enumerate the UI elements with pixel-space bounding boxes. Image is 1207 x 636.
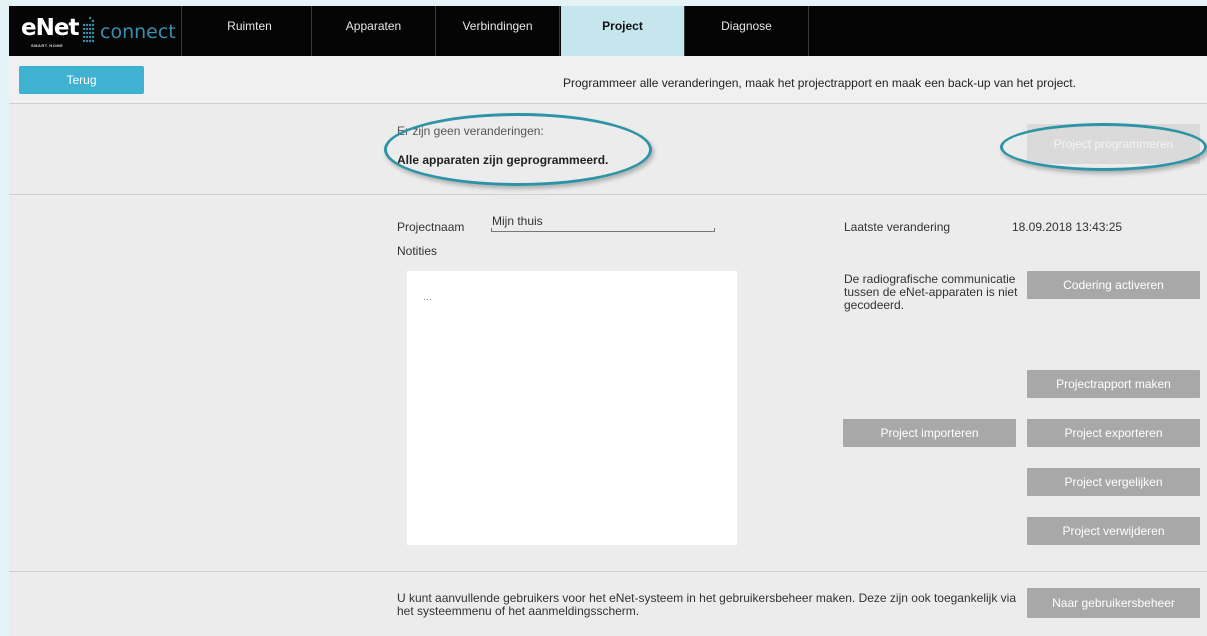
status-line-1: Er zijn geen veranderingen: xyxy=(397,124,544,138)
import-project-button[interactable]: Project importeren xyxy=(843,419,1016,447)
app-frame: eNet SMART HOME connect Ruimten Apparate… xyxy=(9,6,1207,636)
export-project-button[interactable]: Project exporteren xyxy=(1027,419,1200,447)
project-name-label: Projectnaam xyxy=(397,220,465,234)
input-tick-right xyxy=(714,228,715,232)
encryption-status-text: De radiografische communicatie tussen de… xyxy=(844,272,1018,312)
user-management-button[interactable]: Naar gebruikersbeheer xyxy=(1027,588,1200,618)
last-change-label: Laatste verandering xyxy=(844,220,951,234)
divider-top xyxy=(9,194,1207,195)
divider-bottom xyxy=(9,571,1207,572)
input-tick-left xyxy=(491,228,492,232)
page-description: Programmeer alle veranderingen, maak het… xyxy=(563,76,1076,90)
logo-text: eNet xyxy=(21,15,79,41)
enet-logo[interactable]: eNet SMART HOME connect xyxy=(9,6,182,56)
logo-dots-icon xyxy=(82,16,95,43)
sub-header: Terug Programmeer alle veranderingen, ma… xyxy=(9,56,1207,104)
tab-diagnose[interactable]: Diagnose xyxy=(685,6,809,56)
logo-product: connect xyxy=(100,21,176,43)
delete-project-button[interactable]: Project verwijderen xyxy=(1027,517,1200,545)
notes-textarea[interactable]: ... xyxy=(407,271,737,545)
tab-ruimten[interactable]: Ruimten xyxy=(188,6,312,56)
project-name-input[interactable] xyxy=(491,212,715,232)
status-line-2: Alle apparaten zijn geprogrammeerd. xyxy=(397,153,609,167)
notes-label: Notities xyxy=(397,244,438,258)
tab-apparaten[interactable]: Apparaten xyxy=(312,6,436,56)
back-button[interactable]: Terug xyxy=(19,66,144,94)
user-management-text: U kunt aanvullende gebruikers voor het e… xyxy=(397,591,1017,618)
create-report-button[interactable]: Projectrapport maken xyxy=(1027,370,1200,398)
tab-project[interactable]: Project xyxy=(561,6,685,56)
program-project-button[interactable]: Project programmeren xyxy=(1027,124,1200,164)
compare-project-button[interactable]: Project vergelijken xyxy=(1027,468,1200,496)
activate-encryption-button[interactable]: Codering activeren xyxy=(1027,271,1200,299)
top-nav: eNet SMART HOME connect Ruimten Apparate… xyxy=(9,6,1207,56)
tab-verbindingen[interactable]: Verbindingen xyxy=(436,6,560,56)
last-change-value: 18.09.2018 13:43:25 xyxy=(1012,220,1123,234)
logo-subtext: SMART HOME xyxy=(31,43,64,48)
